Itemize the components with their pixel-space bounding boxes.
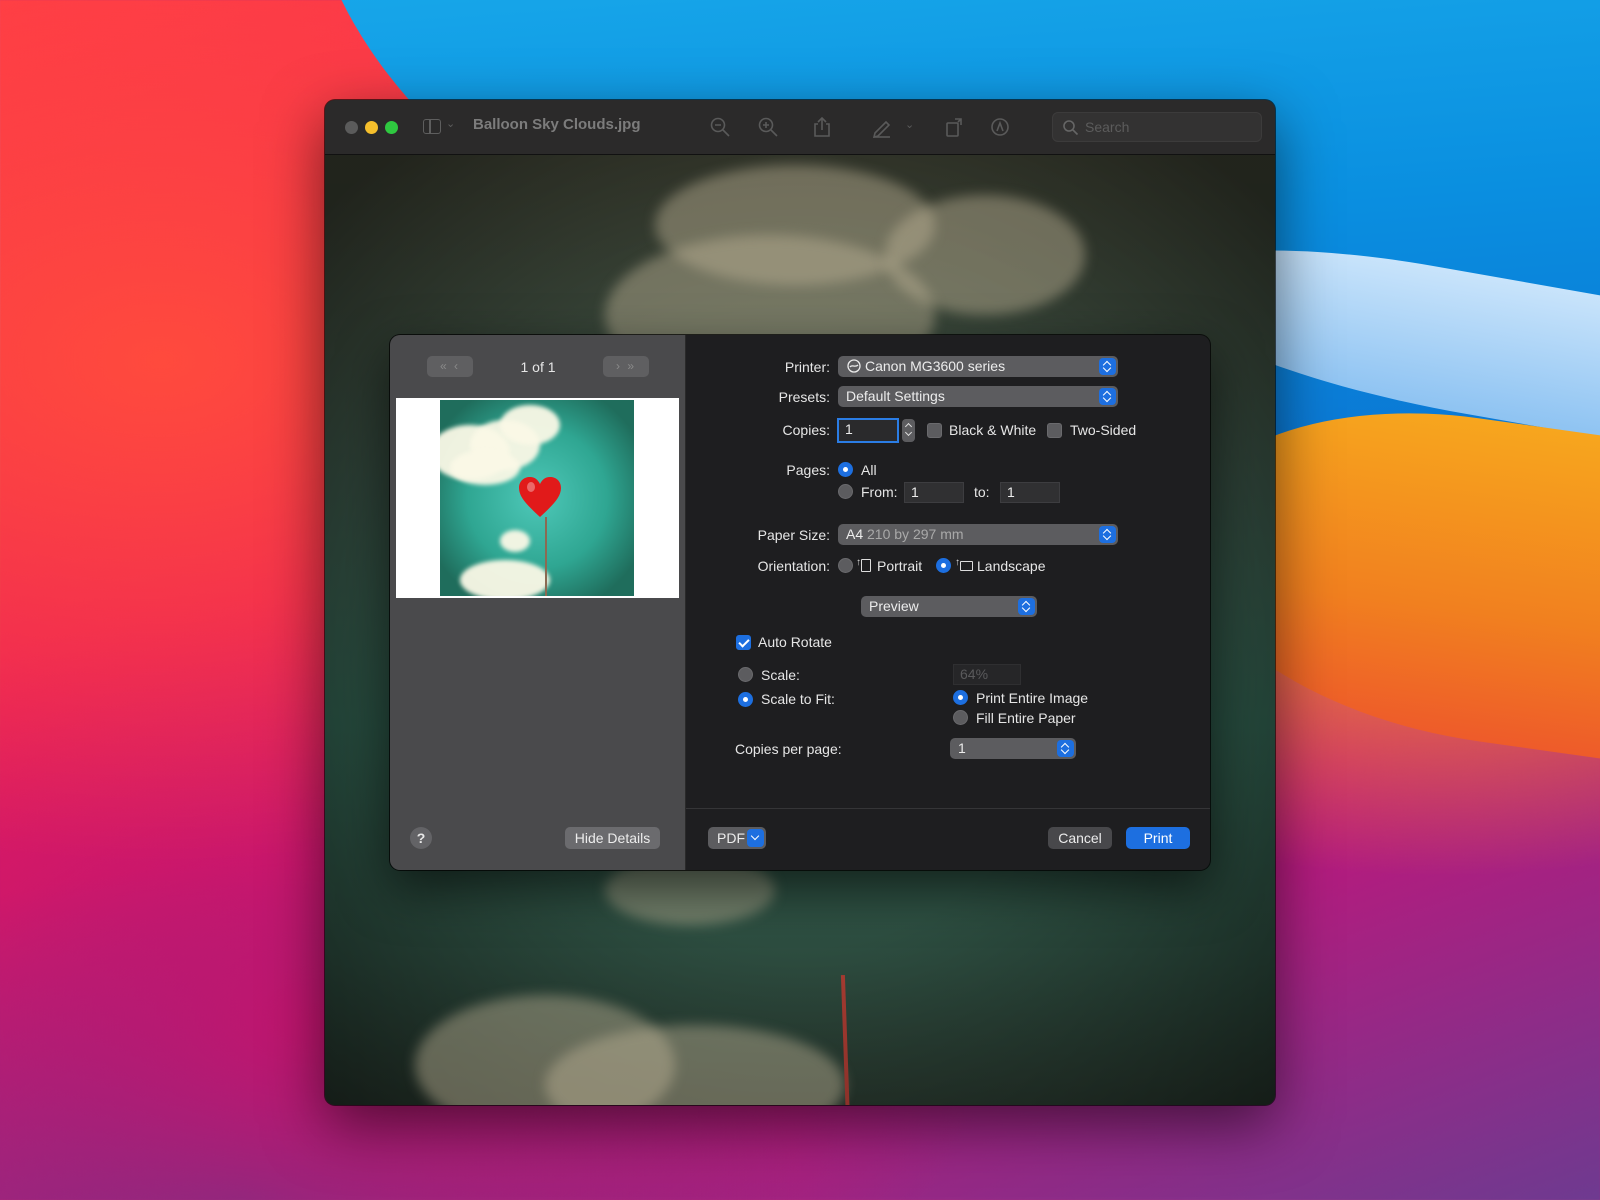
orientation-label: Orientation: [757, 558, 830, 574]
pages-from-field[interactable]: 1 [904, 482, 964, 503]
footer-divider [686, 808, 1210, 809]
paper-size-detail: 210 by 297 mm [867, 526, 964, 542]
preview-paper [396, 398, 679, 598]
black-white-checkbox[interactable] [927, 423, 942, 438]
copies-per-page-value: 1 [958, 740, 966, 756]
two-sided-checkbox[interactable] [1047, 423, 1062, 438]
section-popup[interactable]: Preview [861, 596, 1037, 617]
pages-all-label: All [861, 462, 877, 478]
title-bar: ⌄ Balloon Sky Clouds.jpg ⌄ Search [325, 100, 1275, 155]
pages-all-radio[interactable] [838, 462, 853, 477]
portrait-orientation-icon: ↑ [856, 558, 872, 574]
auto-rotate-label: Auto Rotate [758, 634, 832, 650]
markup-menu-chevron-icon[interactable]: ⌄ [905, 118, 927, 140]
popup-arrows-icon [1099, 358, 1116, 375]
rotate-icon[interactable] [943, 116, 965, 138]
paper-size-popup[interactable]: A4 210 by 297 mm [838, 524, 1118, 545]
markup-pen-icon[interactable] [871, 116, 893, 139]
pages-label: Pages: [786, 462, 830, 478]
fill-entire-paper-radio[interactable] [953, 710, 968, 725]
black-white-label: Black & White [949, 422, 1037, 438]
presets-value: Default Settings [846, 388, 945, 404]
close-window-button[interactable] [345, 121, 358, 134]
section-popup-value: Preview [869, 598, 919, 614]
scale-to-fit-radio[interactable] [738, 692, 753, 707]
printer-label: Printer: [784, 359, 830, 375]
annotate-icon[interactable] [989, 116, 1011, 138]
preview-thumbnail [440, 400, 634, 596]
presets-popup[interactable]: Default Settings [838, 386, 1118, 407]
paper-size-label: Paper Size: [757, 527, 830, 543]
sidebar-toggle-icon[interactable]: ⌄ [423, 118, 457, 136]
pages-to-label: to: [974, 484, 990, 500]
share-icon[interactable] [811, 116, 833, 138]
search-icon [1063, 120, 1079, 136]
printer-bonjour-icon [847, 359, 861, 373]
portrait-label: Portrait [877, 558, 923, 574]
search-placeholder: Search [1085, 119, 1130, 135]
print-preview-pane: « ‹ 1 of 1 › » ? Hide Details [390, 335, 686, 870]
fill-entire-paper-label: Fill Entire Paper [976, 710, 1076, 726]
popup-arrows-icon [1057, 740, 1074, 757]
auto-rotate-checkbox[interactable] [736, 635, 751, 650]
print-dialog: « ‹ 1 of 1 › » ? Hide Details Printer: C… [390, 335, 1210, 870]
copies-label: Copies: [782, 422, 830, 438]
chevron-down-icon [747, 829, 764, 847]
scale-field[interactable]: 64% [953, 664, 1021, 685]
paper-size-name: A4 [846, 526, 864, 542]
printer-popup[interactable]: Canon MG3600 series [838, 356, 1118, 377]
landscape-radio[interactable] [936, 558, 951, 573]
copies-field[interactable]: 1 [837, 418, 899, 443]
two-sided-label: Two-Sided [1070, 422, 1137, 438]
zoom-in-icon[interactable] [757, 116, 779, 138]
popup-arrows-icon [1099, 388, 1116, 405]
heart-balloon-icon [519, 477, 561, 517]
pdf-label: PDF [717, 830, 745, 846]
scale-to-fit-label: Scale to Fit: [761, 691, 835, 707]
pages-to-field[interactable]: 1 [1000, 482, 1060, 503]
popup-arrows-icon [1099, 526, 1116, 543]
help-button[interactable]: ? [410, 827, 432, 849]
zoom-out-icon[interactable] [709, 116, 731, 138]
window-title: Balloon Sky Clouds.jpg [473, 116, 641, 133]
zoom-window-button[interactable] [385, 121, 398, 134]
minimize-window-button[interactable] [365, 121, 378, 134]
pages-range-radio[interactable] [838, 484, 853, 499]
copies-per-page-popup[interactable]: 1 [950, 738, 1076, 759]
next-page-buttons[interactable]: › » [603, 356, 649, 377]
portrait-radio[interactable] [838, 558, 853, 573]
print-entire-image-label: Print Entire Image [976, 690, 1089, 706]
presets-label: Presets: [778, 389, 830, 405]
printer-value: Canon MG3600 series [865, 358, 1006, 374]
hide-details-button[interactable]: Hide Details [565, 827, 660, 849]
pages-from-label: From: [861, 484, 898, 500]
search-field[interactable]: Search [1052, 112, 1262, 142]
print-entire-image-radio[interactable] [953, 690, 968, 705]
pdf-menu-button[interactable]: PDF [708, 827, 766, 849]
cancel-button[interactable]: Cancel [1048, 827, 1112, 849]
print-button[interactable]: Print [1126, 827, 1190, 849]
landscape-orientation-icon: ↑ [955, 558, 973, 574]
scale-label: Scale: [761, 667, 800, 683]
popup-arrows-icon [1018, 598, 1035, 615]
landscape-label: Landscape [977, 558, 1046, 574]
copies-per-page-label: Copies per page: [735, 741, 842, 757]
copies-stepper[interactable] [902, 419, 915, 442]
scale-radio[interactable] [738, 667, 753, 682]
